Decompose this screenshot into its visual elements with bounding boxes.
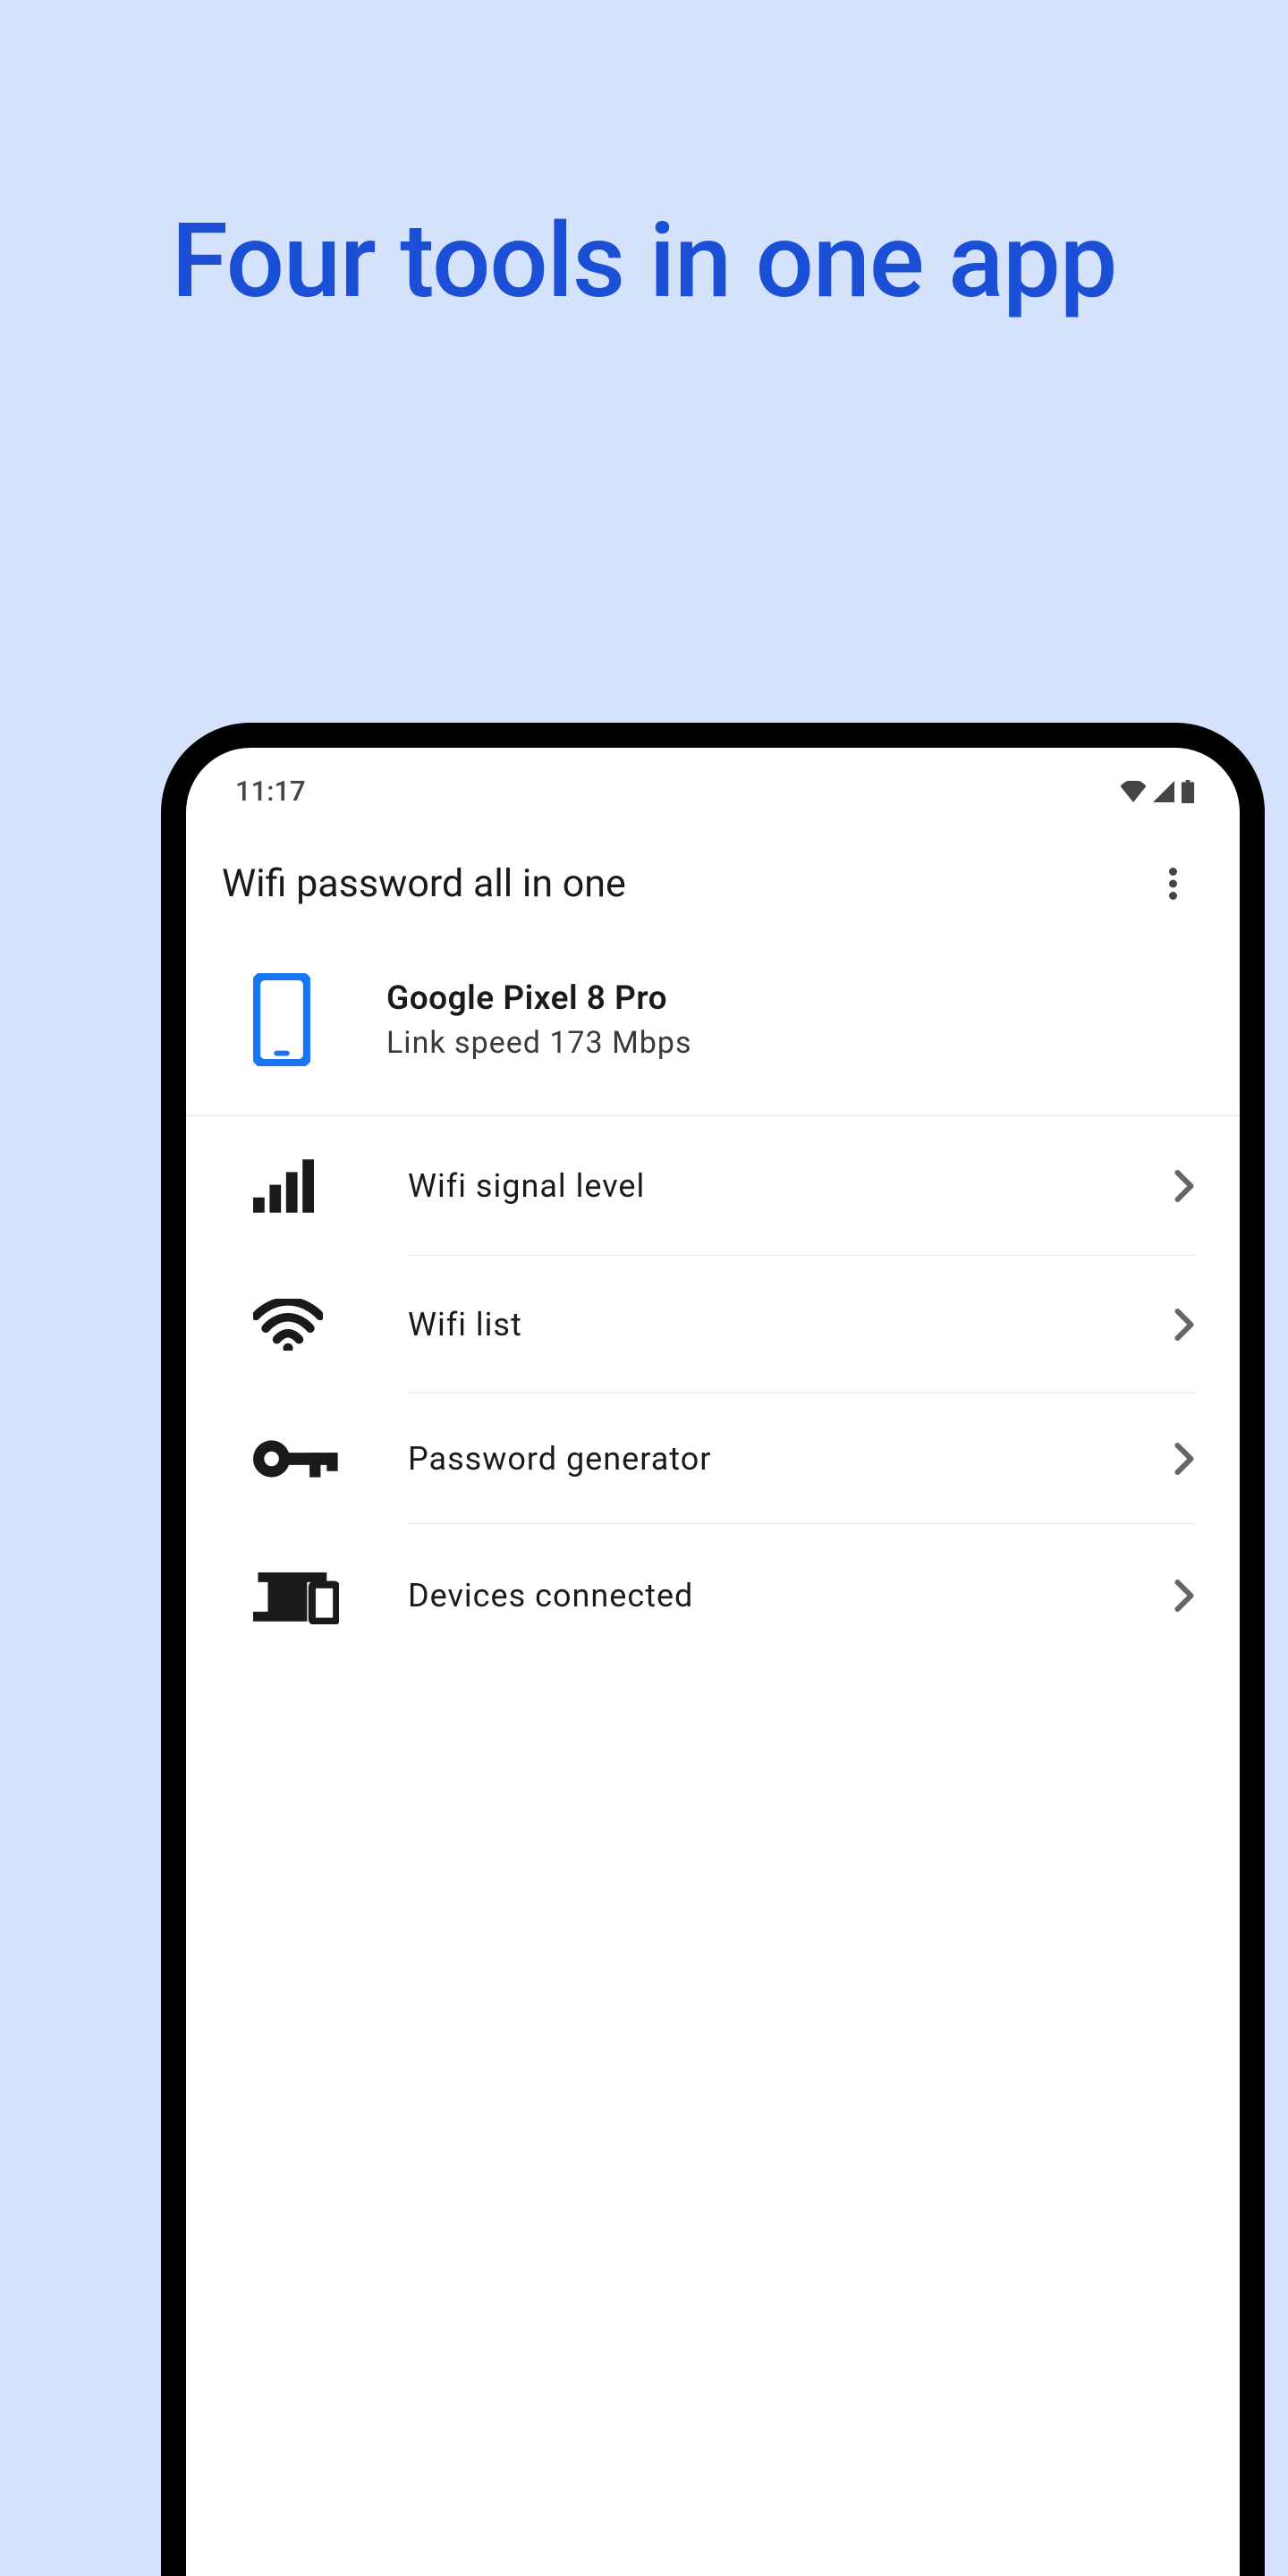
app-title: Wifi password all in one bbox=[222, 861, 626, 906]
chevron-right-icon bbox=[1174, 1309, 1195, 1341]
menu-item-wifi-list[interactable]: Wifi list bbox=[186, 1256, 1240, 1394]
menu-label: Wifi list bbox=[408, 1306, 1174, 1343]
wifi-icon bbox=[253, 1299, 323, 1351]
key-icon bbox=[253, 1436, 339, 1481]
overflow-menu-button[interactable] bbox=[1150, 861, 1195, 906]
app-bar: Wifi password all in one bbox=[186, 821, 1240, 946]
battery-status-icon bbox=[1181, 780, 1195, 803]
cellular-status-icon bbox=[1152, 781, 1175, 802]
signal-bars-icon bbox=[253, 1159, 314, 1213]
menu-icon-wrapper bbox=[253, 1299, 408, 1351]
chevron-right-icon bbox=[1174, 1580, 1195, 1612]
menu-icon-wrapper bbox=[253, 1567, 408, 1624]
page-headline: Four tools in one app bbox=[0, 0, 1288, 319]
menu-label: Password generator bbox=[408, 1440, 1174, 1478]
phone-frame: 11:17 Wifi password all in one bbox=[161, 723, 1265, 2576]
device-subtitle: Link speed 173 Mbps bbox=[386, 1025, 692, 1061]
device-name: Google Pixel 8 Pro bbox=[386, 979, 692, 1018]
status-time: 11:17 bbox=[235, 775, 306, 808]
status-bar: 11:17 bbox=[186, 748, 1240, 821]
device-info: Google Pixel 8 Pro Link speed 173 Mbps bbox=[386, 979, 692, 1061]
phone-screen: 11:17 Wifi password all in one bbox=[186, 748, 1240, 2576]
menu-item-devices-connected[interactable]: Devices connected bbox=[186, 1524, 1240, 1667]
device-section: Google Pixel 8 Pro Link speed 173 Mbps bbox=[186, 946, 1240, 1116]
more-vert-icon bbox=[1169, 868, 1177, 900]
phone-icon bbox=[253, 973, 310, 1066]
menu-item-password-generator[interactable]: Password generator bbox=[186, 1394, 1240, 1524]
menu-icon-wrapper bbox=[253, 1436, 408, 1481]
menu-item-signal-level[interactable]: Wifi signal level bbox=[186, 1116, 1240, 1256]
wifi-status-icon bbox=[1120, 781, 1147, 802]
menu-list: Wifi signal level Wifi list bbox=[186, 1116, 1240, 1667]
chevron-right-icon bbox=[1174, 1443, 1195, 1475]
menu-label: Devices connected bbox=[408, 1577, 1174, 1614]
menu-label: Wifi signal level bbox=[408, 1167, 1174, 1205]
chevron-right-icon bbox=[1174, 1170, 1195, 1202]
status-icons bbox=[1120, 780, 1195, 803]
menu-icon-wrapper bbox=[253, 1159, 408, 1213]
devices-icon bbox=[253, 1567, 339, 1624]
